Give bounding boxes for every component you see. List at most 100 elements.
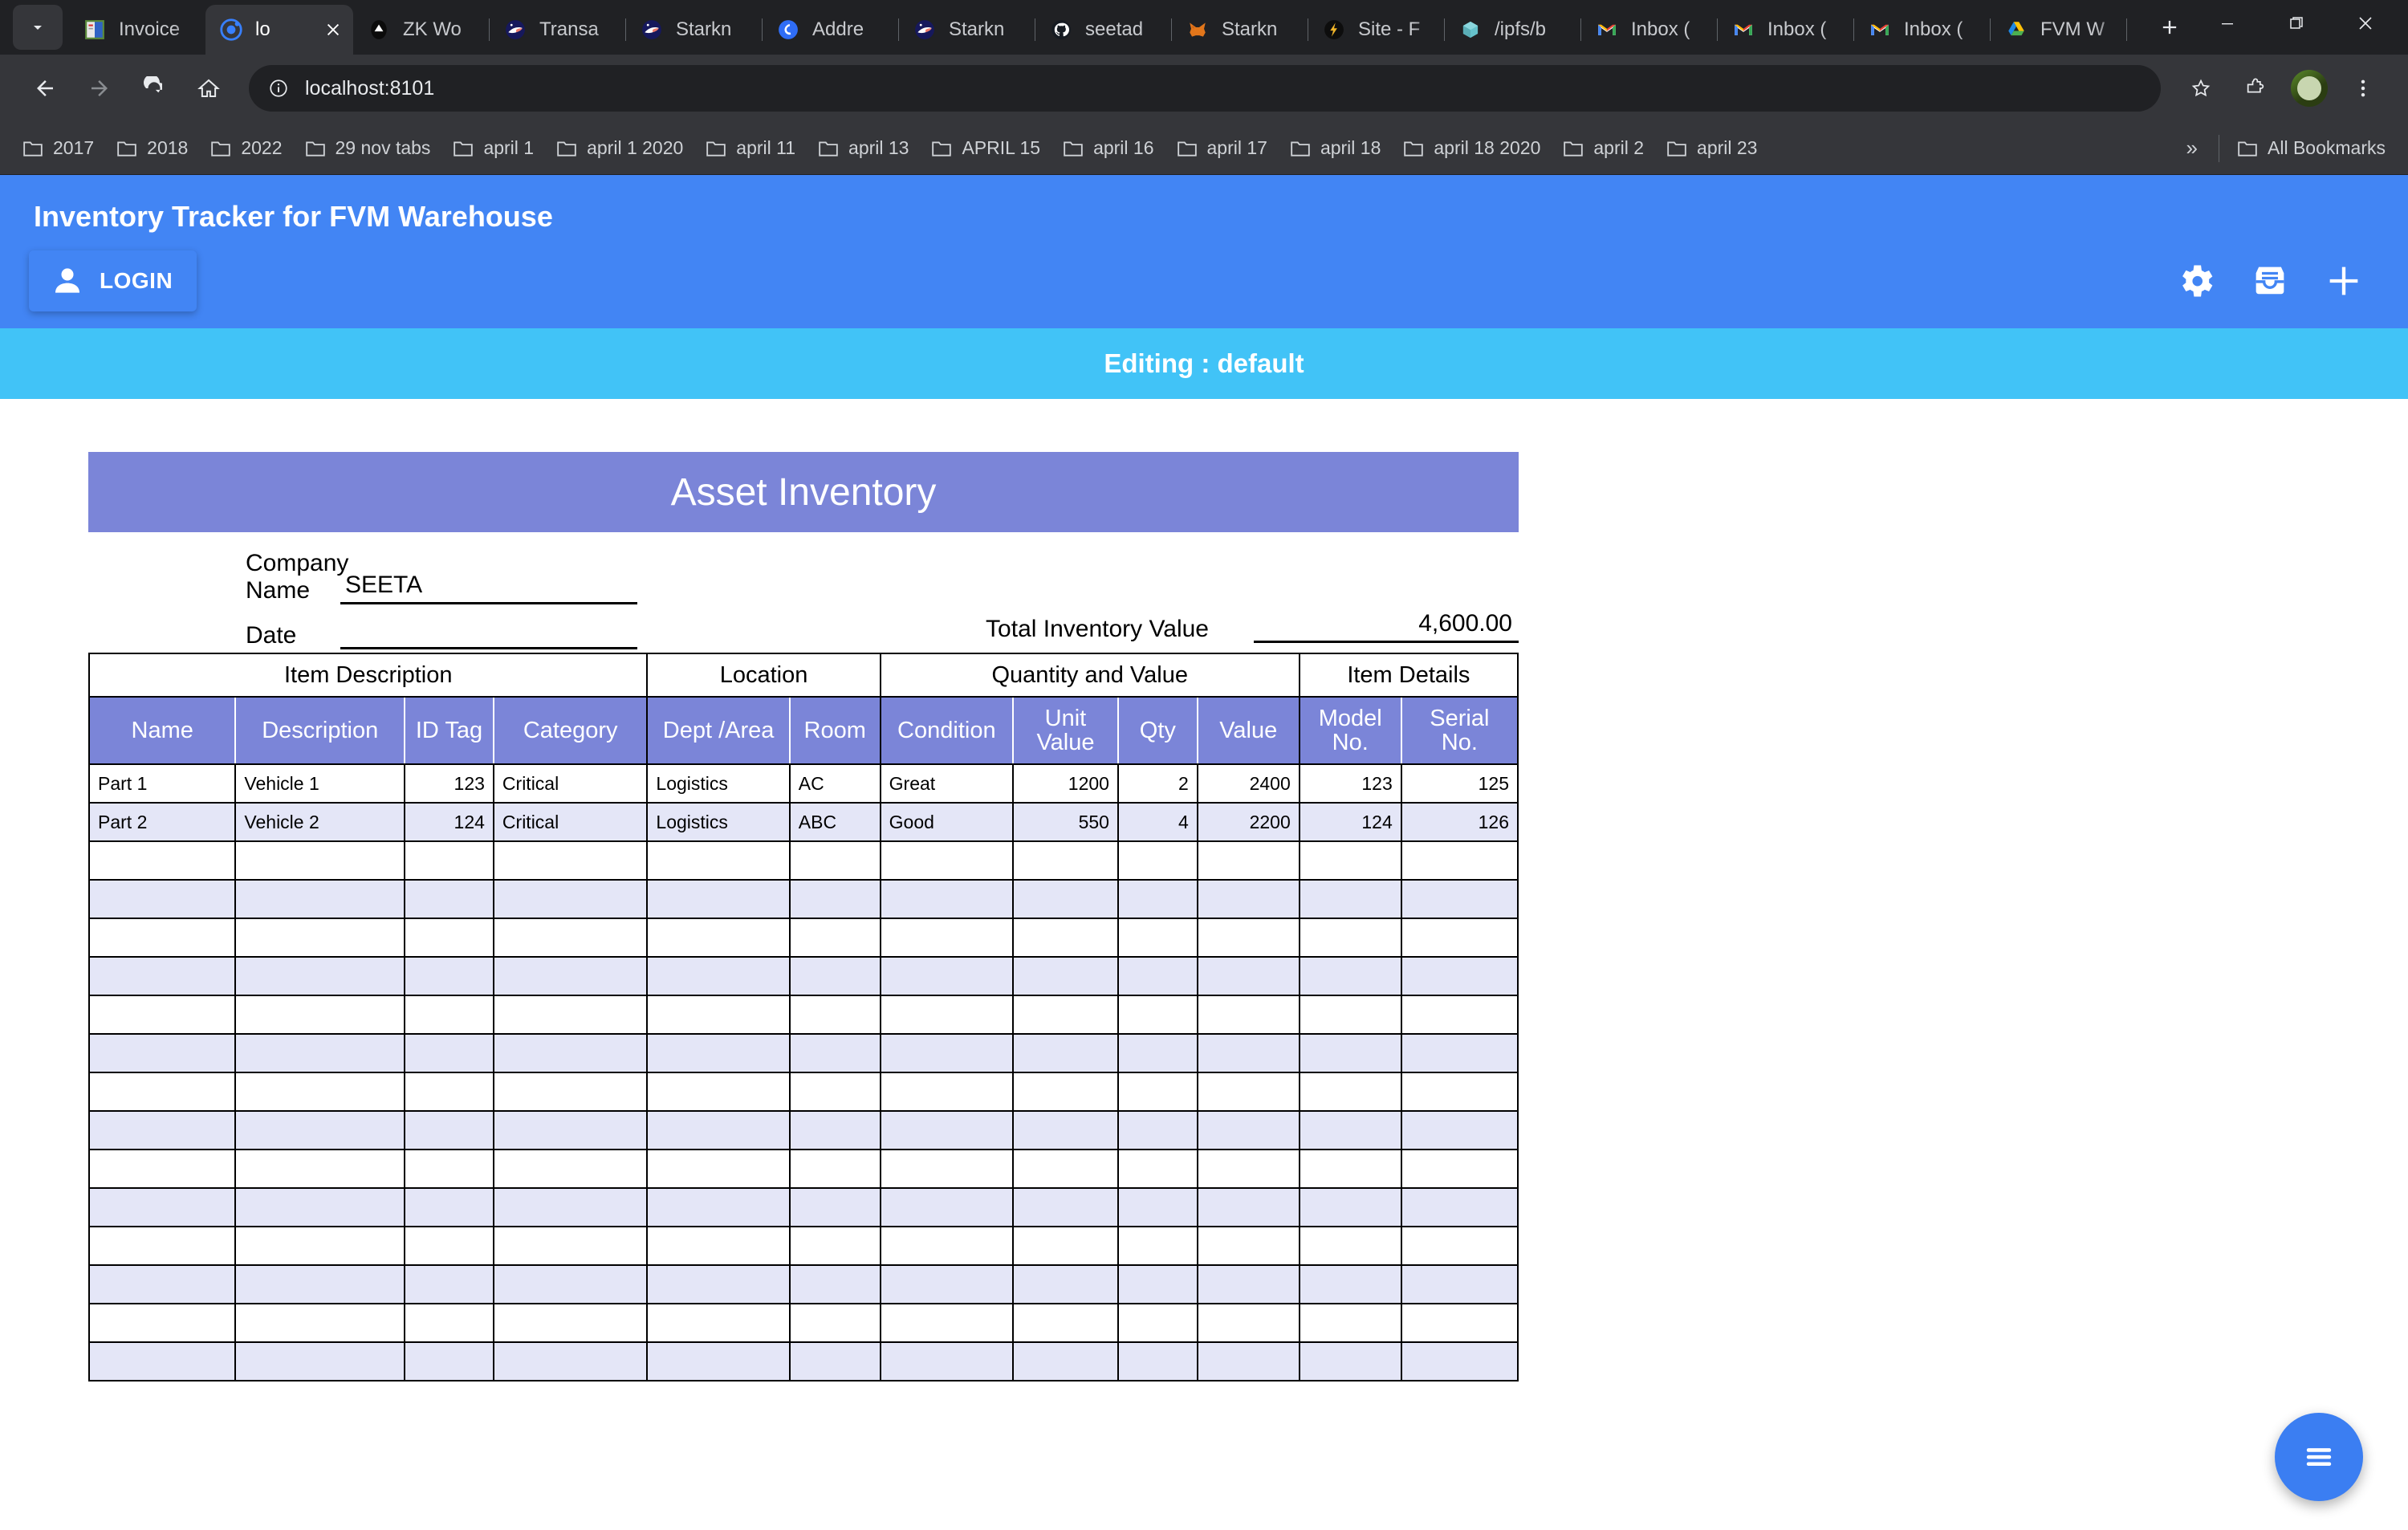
cell-empty[interactable] xyxy=(1298,918,1402,958)
fab-menu-button[interactable] xyxy=(2275,1413,2363,1501)
table-column-header[interactable]: Serial No. xyxy=(1400,696,1519,766)
cell-empty[interactable] xyxy=(1298,995,1402,1036)
cell-empty[interactable] xyxy=(646,1033,791,1074)
bookmark-folder[interactable]: 29 nov tabs xyxy=(294,128,442,169)
cell-empty[interactable] xyxy=(646,1303,791,1344)
cell-condition[interactable]: Good xyxy=(879,802,1014,843)
extensions-button[interactable] xyxy=(2228,61,2283,116)
cell-empty[interactable] xyxy=(87,1110,237,1151)
cell-name[interactable]: Part 1 xyxy=(87,763,237,804)
bookmark-folder[interactable]: april 18 xyxy=(1279,128,1392,169)
cell-dept[interactable]: Logistics xyxy=(646,763,791,804)
cell-empty[interactable] xyxy=(492,879,649,920)
browser-tab[interactable]: /ipfs/b xyxy=(1445,5,1581,55)
browser-tab[interactable]: Addre xyxy=(763,5,899,55)
site-info-button[interactable] xyxy=(262,71,295,105)
table-column-header[interactable]: Qty xyxy=(1117,696,1198,766)
cell-value[interactable]: 2200 xyxy=(1196,802,1300,843)
bookmark-folder[interactable]: april 11 xyxy=(694,128,807,169)
cell-room[interactable]: ABC xyxy=(788,802,881,843)
cell-empty[interactable] xyxy=(1011,1303,1119,1344)
bookmark-folder[interactable]: april 2 xyxy=(1552,128,1655,169)
cell-empty[interactable] xyxy=(1298,840,1402,881)
cell-empty[interactable] xyxy=(1400,840,1519,881)
cell-empty[interactable] xyxy=(1117,1226,1198,1267)
cell-empty[interactable] xyxy=(234,1187,406,1228)
cell-empty[interactable] xyxy=(1196,1033,1300,1074)
bookmark-folder[interactable]: 2018 xyxy=(105,128,199,169)
browser-tab[interactable]: FVM W xyxy=(1991,5,2127,55)
browser-tab[interactable]: Inbox ( xyxy=(1854,5,1991,55)
cell-empty[interactable] xyxy=(1298,1187,1402,1228)
cell-empty[interactable] xyxy=(1117,1033,1198,1074)
browser-tab[interactable]: Inbox ( xyxy=(1718,5,1854,55)
cell-empty[interactable] xyxy=(1011,1033,1119,1074)
cell-empty[interactable] xyxy=(234,1149,406,1190)
cell-empty[interactable] xyxy=(788,1110,881,1151)
cell-empty[interactable] xyxy=(1011,995,1119,1036)
cell-empty[interactable] xyxy=(492,1149,649,1190)
cell-empty[interactable] xyxy=(404,995,494,1036)
cell-empty[interactable] xyxy=(1400,918,1519,958)
cell-empty[interactable] xyxy=(87,1341,237,1382)
cell-empty[interactable] xyxy=(1196,1226,1300,1267)
close-window-button[interactable] xyxy=(2331,0,2400,47)
bookmark-folder[interactable]: 2017 xyxy=(11,128,105,169)
table-column-header[interactable]: ID Tag xyxy=(404,696,494,766)
cell-empty[interactable] xyxy=(87,1149,237,1190)
browser-tab[interactable]: Invoice xyxy=(69,5,205,55)
table-column-header[interactable]: Value xyxy=(1196,696,1300,766)
cell-empty[interactable] xyxy=(492,1072,649,1113)
cell-empty[interactable] xyxy=(788,840,881,881)
browser-tab[interactable]: lo xyxy=(205,5,353,55)
cell-empty[interactable] xyxy=(879,1149,1014,1190)
forward-button[interactable] xyxy=(72,61,127,116)
cell-empty[interactable] xyxy=(646,1187,791,1228)
cell-empty[interactable] xyxy=(404,1264,494,1305)
cell-empty[interactable] xyxy=(1298,1341,1402,1382)
cell-empty[interactable] xyxy=(404,956,494,997)
cell-empty[interactable] xyxy=(1298,1110,1402,1151)
cell-empty[interactable] xyxy=(492,956,649,997)
cell-empty[interactable] xyxy=(1400,1226,1519,1267)
cell-empty[interactable] xyxy=(788,879,881,920)
cell-model-no[interactable]: 123 xyxy=(1298,763,1402,804)
cell-dept[interactable]: Logistics xyxy=(646,802,791,843)
cell-id-tag[interactable]: 123 xyxy=(404,763,494,804)
cell-empty[interactable] xyxy=(788,1187,881,1228)
archive-button[interactable] xyxy=(2233,244,2307,318)
bookmark-folder[interactable]: april 18 2020 xyxy=(1392,128,1552,169)
table-column-header[interactable]: Name xyxy=(87,696,237,766)
cell-empty[interactable] xyxy=(87,840,237,881)
cell-empty[interactable] xyxy=(1196,1149,1300,1190)
browser-tab[interactable]: Transa xyxy=(490,5,626,55)
cell-serial-no[interactable]: 126 xyxy=(1400,802,1519,843)
table-column-header[interactable]: Room xyxy=(788,696,881,766)
cell-category[interactable]: Critical xyxy=(492,802,649,843)
cell-empty[interactable] xyxy=(879,1072,1014,1113)
cell-empty[interactable] xyxy=(879,840,1014,881)
cell-empty[interactable] xyxy=(646,1264,791,1305)
cell-empty[interactable] xyxy=(1117,1187,1198,1228)
cell-value[interactable]: 2400 xyxy=(1196,763,1300,804)
cell-empty[interactable] xyxy=(1117,1149,1198,1190)
bookmark-star-button[interactable] xyxy=(2174,61,2228,116)
cell-empty[interactable] xyxy=(87,1033,237,1074)
cell-empty[interactable] xyxy=(1400,1149,1519,1190)
cell-empty[interactable] xyxy=(788,995,881,1036)
cell-empty[interactable] xyxy=(234,956,406,997)
cell-empty[interactable] xyxy=(1196,918,1300,958)
cell-empty[interactable] xyxy=(234,1110,406,1151)
cell-empty[interactable] xyxy=(1011,1110,1119,1151)
cell-empty[interactable] xyxy=(1298,1149,1402,1190)
table-column-header[interactable]: Category xyxy=(492,696,649,766)
cell-empty[interactable] xyxy=(788,956,881,997)
cell-empty[interactable] xyxy=(879,1264,1014,1305)
cell-empty[interactable] xyxy=(87,879,237,920)
cell-empty[interactable] xyxy=(646,995,791,1036)
cell-empty[interactable] xyxy=(1400,1341,1519,1382)
cell-empty[interactable] xyxy=(1400,1033,1519,1074)
cell-empty[interactable] xyxy=(1117,918,1198,958)
bookmark-folder[interactable]: 2022 xyxy=(199,128,293,169)
profile-avatar[interactable] xyxy=(2291,70,2328,107)
